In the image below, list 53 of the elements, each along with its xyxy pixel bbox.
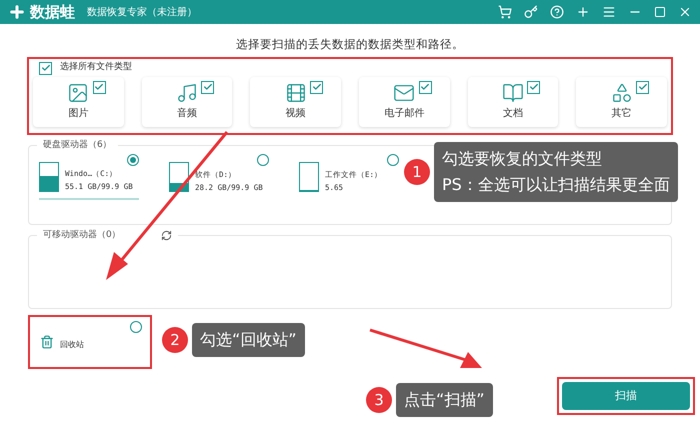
file-type-label: 图片: [68, 106, 88, 122]
file-type-card[interactable]: 电子邮件: [359, 76, 450, 127]
recycle-bin-item[interactable]: 回收站: [28, 314, 152, 369]
callout-text: 勾选要恢复的文件类型: [442, 148, 603, 170]
group-title: 硬盘驱动器（6）: [42, 138, 113, 152]
step-number-badge: 3: [366, 387, 392, 413]
audio-icon: [176, 82, 198, 104]
refresh-icon[interactable]: [160, 230, 172, 241]
file-type-card[interactable]: 视频: [250, 76, 342, 127]
file-type-label: 文档: [503, 106, 524, 122]
video-icon: [284, 82, 307, 104]
window-title: 数据恢复专家（未注册）: [87, 6, 197, 20]
checkbox[interactable]: [310, 80, 324, 94]
file-type-label: 音频: [177, 106, 197, 122]
file-type-card[interactable]: 图片: [33, 76, 124, 127]
close-icon[interactable]: [678, 5, 692, 19]
step-number-badge: 1: [404, 159, 430, 185]
file-type-label: 其它: [612, 106, 632, 122]
group-title: 可移动驱动器（0）: [43, 228, 121, 242]
radio-button[interactable]: [387, 154, 399, 166]
checkbox[interactable]: [418, 80, 432, 94]
callout-text: 勾选“回收站”: [200, 329, 297, 351]
step-number-badge: 2: [162, 327, 188, 353]
checkbox[interactable]: [201, 80, 214, 94]
image-icon: [67, 82, 90, 104]
other-icon: [610, 82, 633, 104]
file-type-card[interactable]: 音频: [142, 76, 232, 127]
radio-button[interactable]: [130, 320, 142, 333]
document-icon: [502, 82, 524, 104]
file-type-label: 电子邮件: [384, 106, 424, 122]
app-logo: 数据蛙: [8, 0, 75, 24]
trash-icon: [40, 334, 54, 349]
file-type-card[interactable]: 其它: [576, 76, 668, 127]
callout-text: PS：全选可以让扫描结果更全面: [442, 174, 670, 196]
checkbox[interactable]: [527, 80, 540, 94]
page-heading: 选择要扫描的丢失数据的数据类型和路径。: [235, 36, 465, 53]
key-icon[interactable]: [524, 5, 538, 19]
cart-icon[interactable]: [498, 5, 512, 19]
help-icon[interactable]: [550, 5, 564, 19]
checkbox[interactable]: [636, 80, 650, 94]
file-type-card[interactable]: 文档: [468, 76, 558, 127]
select-all-label: 选择所有文件类型: [60, 61, 132, 74]
radio-button[interactable]: [257, 154, 269, 166]
radio-button[interactable]: [127, 154, 139, 166]
scan-button[interactable]: 扫描: [562, 382, 690, 410]
maximize-icon[interactable]: [654, 6, 666, 18]
plus-icon[interactable]: [576, 5, 590, 19]
recycle-bin-label: 回收站: [60, 338, 84, 351]
file-type-label: 视频: [286, 106, 306, 122]
callout-text: 点击“扫描”: [404, 389, 485, 411]
checkbox[interactable]: [92, 80, 106, 94]
checkbox[interactable]: [39, 62, 52, 74]
menu-icon[interactable]: [602, 5, 616, 19]
